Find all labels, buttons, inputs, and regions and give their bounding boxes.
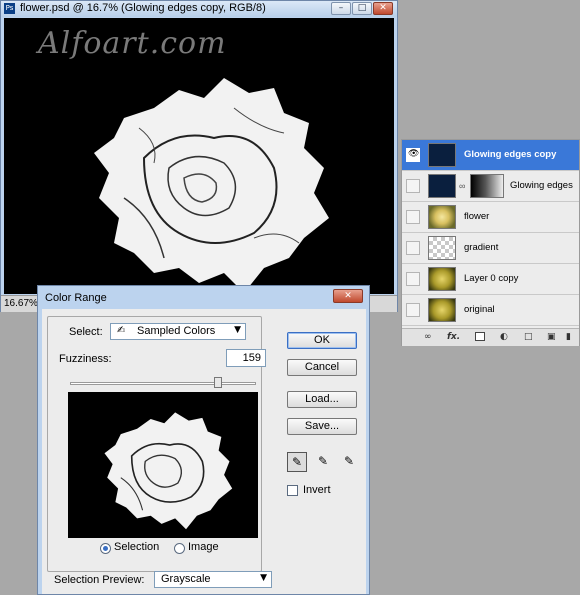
photoshop-app-icon: Ps: [4, 3, 15, 14]
eyedropper-minus-icon[interactable]: ✎: [339, 452, 359, 472]
layer-thumbnail: [428, 267, 456, 291]
fuzziness-slider-track[interactable]: [70, 382, 256, 385]
dialog-body: Select: ✍ Sampled Colors ▼ Fuzziness: 15…: [42, 309, 366, 594]
layer-row-glowing-edges[interactable]: ∞ Glowing edges: [402, 171, 579, 202]
chevron-down-icon: ▼: [260, 573, 267, 583]
add-mask-icon[interactable]: [475, 332, 485, 341]
document-title: flower.psd @ 16.7% (Glowing edges copy, …: [20, 2, 266, 14]
select-value: Sampled Colors: [137, 325, 216, 337]
visibility-toggle[interactable]: [406, 272, 420, 286]
new-layer-icon[interactable]: ▣: [547, 332, 556, 343]
eye-icon: 👁: [408, 148, 420, 158]
load-button[interactable]: Load...: [287, 391, 357, 408]
layer-mask-thumbnail[interactable]: [470, 174, 504, 198]
layer-row-glowing-edges-copy[interactable]: 👁 Glowing edges copy: [402, 140, 579, 171]
ok-button[interactable]: OK: [287, 332, 357, 349]
radio-image-label: Image: [188, 541, 219, 553]
flower-image: [94, 78, 329, 293]
layer-thumbnail: [428, 298, 456, 322]
close-icon[interactable]: ✕: [373, 2, 393, 15]
invert-label: Invert: [303, 484, 331, 496]
layer-row-layer-0-copy[interactable]: Layer 0 copy: [402, 264, 579, 295]
fuzziness-input[interactable]: 159: [226, 349, 266, 367]
new-group-icon[interactable]: □: [524, 332, 533, 343]
visibility-toggle[interactable]: [406, 210, 420, 224]
visibility-toggle[interactable]: [406, 179, 420, 193]
link-layers-icon[interactable]: ∞: [424, 332, 432, 343]
visibility-toggle[interactable]: [406, 303, 420, 317]
save-button[interactable]: Save...: [287, 418, 357, 435]
document-window: Ps flower.psd @ 16.7% (Glowing edges cop…: [0, 0, 398, 312]
layer-name: original: [464, 304, 495, 315]
color-range-dialog: Color Range ✕ Select: ✍ Sampled Colors ▼…: [37, 285, 370, 595]
link-icon: ∞: [459, 181, 466, 191]
radio-selection[interactable]: [100, 543, 111, 554]
select-label: Select:: [69, 326, 103, 338]
visibility-toggle[interactable]: 👁: [406, 148, 420, 162]
selection-preview-dropdown[interactable]: Grayscale ▼: [154, 571, 272, 588]
visibility-toggle[interactable]: [406, 241, 420, 255]
delete-layer-icon[interactable]: ▮: [566, 332, 571, 343]
selection-preview-value: Grayscale: [161, 573, 211, 585]
maximize-icon[interactable]: □: [352, 2, 372, 15]
chevron-down-icon: ▼: [234, 325, 241, 335]
invert-checkbox[interactable]: [287, 485, 298, 496]
eyedropper-icon: ✍: [117, 325, 126, 336]
eyedropper-plus-icon[interactable]: ✎: [313, 452, 333, 472]
layer-thumbnail: [428, 236, 456, 260]
document-title-bar[interactable]: Ps flower.psd @ 16.7% (Glowing edges cop…: [1, 1, 397, 17]
fx-icon[interactable]: fx.: [447, 332, 460, 343]
selection-preview-image[interactable]: [68, 392, 258, 538]
layer-name: Glowing edges: [510, 180, 573, 191]
minimize-icon[interactable]: –: [331, 2, 351, 15]
layers-panel: 👁 Glowing edges copy ∞ Glowing edges flo…: [401, 139, 580, 346]
image-canvas[interactable]: Alfoart.com: [4, 18, 394, 294]
layer-thumbnail: [428, 205, 456, 229]
layer-name: Layer 0 copy: [464, 273, 519, 284]
cancel-button[interactable]: Cancel: [287, 359, 357, 376]
layer-name: flower: [464, 211, 490, 222]
eyedropper-icon[interactable]: ✎: [287, 452, 307, 472]
close-icon[interactable]: ✕: [333, 289, 363, 303]
flower-preview: [104, 412, 233, 530]
watermark: Alfoart.com: [38, 26, 227, 61]
layer-name: Glowing edges copy: [464, 149, 557, 160]
selection-preview-label: Selection Preview:: [54, 574, 145, 586]
layer-name: gradient: [464, 242, 499, 253]
fuzziness-label: Fuzziness:: [59, 353, 112, 365]
select-dropdown[interactable]: ✍ Sampled Colors ▼: [110, 323, 246, 340]
fuzziness-slider-thumb[interactable]: [214, 377, 222, 388]
zoom-level[interactable]: 16.67%: [4, 298, 38, 309]
layer-row-original[interactable]: original: [402, 295, 579, 326]
dialog-title: Color Range: [45, 292, 107, 304]
radio-selection-label: Selection: [114, 541, 160, 553]
layer-thumbnail: [428, 174, 456, 198]
layer-thumbnail: [428, 143, 456, 167]
layer-row-flower[interactable]: flower: [402, 202, 579, 233]
adjustment-layer-icon[interactable]: ◐: [500, 332, 508, 343]
layers-footer: ∞ fx. ◐ □ ▣ ▮: [402, 328, 579, 346]
layer-row-gradient[interactable]: gradient: [402, 233, 579, 264]
radio-image[interactable]: [174, 543, 185, 554]
